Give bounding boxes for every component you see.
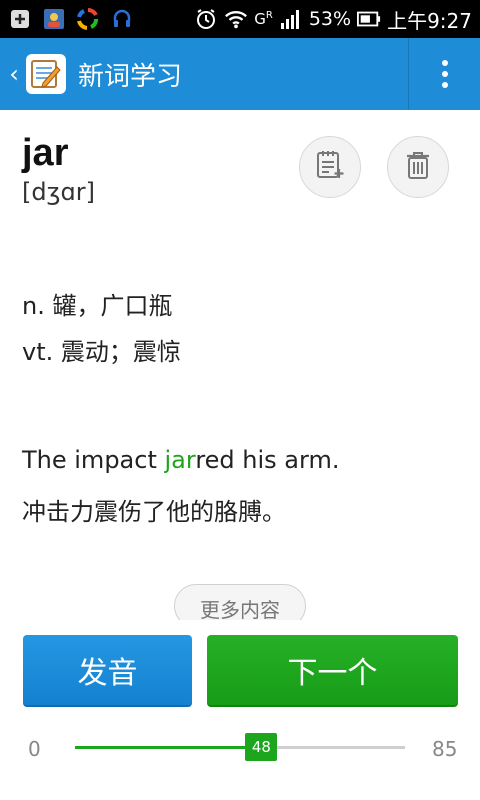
chevron-left-icon[interactable]: ‹ bbox=[4, 38, 24, 110]
clock: 上午9:27 bbox=[387, 8, 472, 33]
word-text: jar bbox=[22, 132, 69, 174]
example-part: red his arm. bbox=[195, 446, 340, 474]
page-title: 新词学习 bbox=[78, 61, 183, 92]
pronounce-button[interactable]: 发音 bbox=[23, 635, 192, 707]
battery-percent: 53% bbox=[308, 8, 352, 30]
example-translation: 冲击力震伤了他的胳膊。 bbox=[22, 498, 286, 526]
alarm-icon bbox=[194, 7, 218, 31]
add-note-icon bbox=[315, 149, 345, 185]
example-highlight: jar bbox=[164, 446, 196, 474]
notification-icons bbox=[8, 7, 134, 31]
headset-icon bbox=[110, 7, 134, 31]
word-study-screen: GR 53% 上午9:27 ‹ 新词学习 jar [dʒɑr] n. 罐，广口瓶… bbox=[0, 0, 480, 800]
phonetic-text: [dʒɑr] bbox=[22, 178, 95, 206]
progress-thumb[interactable]: 48 bbox=[245, 733, 278, 761]
progress-track[interactable] bbox=[75, 746, 405, 749]
progress-min: 0 bbox=[28, 737, 41, 761]
sync-circle-icon bbox=[76, 7, 100, 31]
definition-noun: n. 罐，广口瓶 bbox=[22, 292, 173, 320]
overflow-menu-icon[interactable] bbox=[408, 38, 480, 110]
definition-verb: vt. 震动；震惊 bbox=[22, 338, 181, 366]
delete-button[interactable] bbox=[387, 136, 449, 198]
network-type: GR bbox=[254, 10, 273, 28]
add-note-button[interactable] bbox=[299, 136, 361, 198]
signal-icon bbox=[279, 7, 303, 31]
next-button[interactable]: 下一个 bbox=[207, 635, 458, 707]
progress-max: 85 bbox=[432, 737, 458, 761]
example-part: The impact bbox=[22, 446, 165, 474]
example-sentence: The impact jarred his arm. bbox=[22, 446, 339, 474]
progress-fill bbox=[75, 746, 262, 749]
system-icons: GR 53% 上午9:27 bbox=[194, 5, 472, 34]
status-bar: GR 53% 上午9:27 bbox=[0, 0, 480, 38]
action-bar: ‹ 新词学习 bbox=[0, 38, 480, 110]
trash-icon bbox=[405, 150, 431, 184]
notebook-pencil-icon[interactable] bbox=[26, 54, 66, 94]
contact-card-icon bbox=[42, 7, 66, 31]
add-square-icon bbox=[8, 7, 32, 31]
wifi-icon bbox=[224, 7, 248, 31]
content-mask bbox=[0, 620, 480, 636]
battery-icon bbox=[357, 7, 381, 31]
